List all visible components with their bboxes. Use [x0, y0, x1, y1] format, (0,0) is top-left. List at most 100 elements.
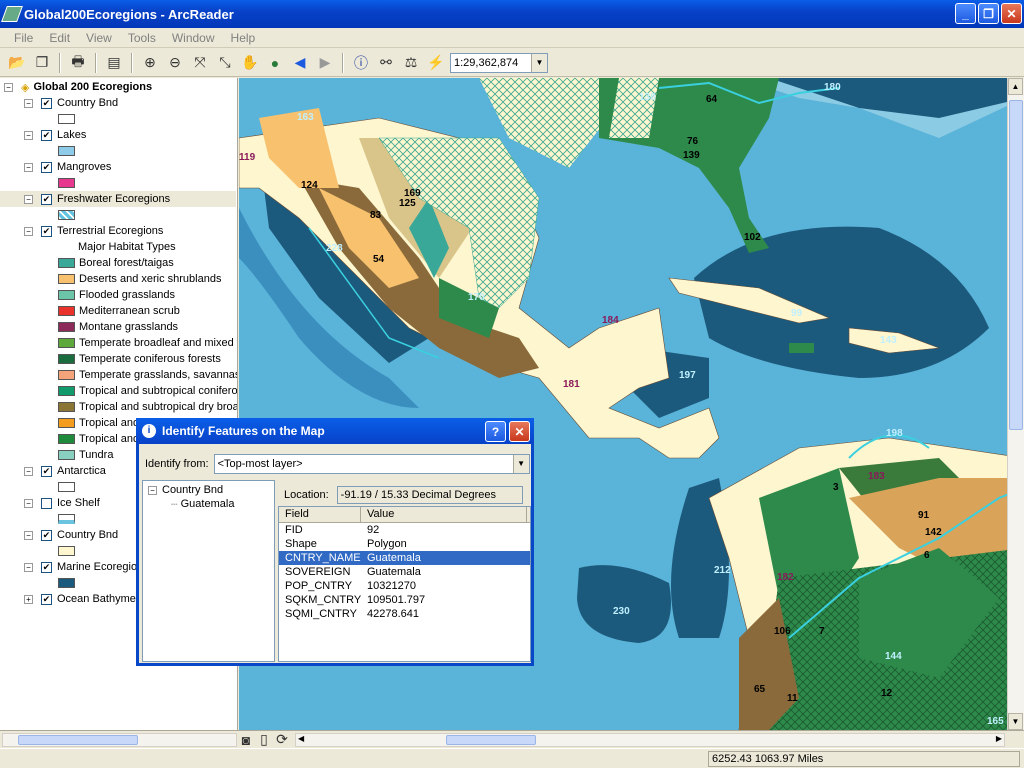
- legend-swatch: [58, 514, 75, 524]
- fixed-zoom-out-icon[interactable]: ⤡: [214, 52, 236, 74]
- collapse-icon[interactable]: −: [24, 98, 33, 108]
- collapse-icon[interactable]: −: [24, 194, 33, 204]
- scroll-down-icon[interactable]: ▼: [1008, 713, 1023, 730]
- menu-file[interactable]: File: [6, 31, 41, 45]
- layer-checkbox[interactable]: ✔: [41, 161, 52, 173]
- table-row[interactable]: POP_CNTRY 10321270: [279, 579, 530, 593]
- toc-root[interactable]: − ◈ Global 200 Ecoregions: [4, 79, 152, 95]
- identify-from-select[interactable]: <Top-most layer> ▼: [213, 454, 530, 474]
- chevron-down-icon[interactable]: ▼: [512, 455, 529, 473]
- fixed-zoom-in-icon[interactable]: ⤧: [189, 52, 211, 74]
- open-icon[interactable]: 📂: [6, 52, 28, 74]
- collapse-icon[interactable]: −: [24, 466, 33, 476]
- layer-checkbox[interactable]: ✔: [41, 225, 52, 237]
- scroll-thumb[interactable]: [18, 734, 138, 745]
- collapse-icon[interactable]: −: [4, 82, 13, 92]
- legend-swatch: [58, 370, 75, 380]
- value-cell: Guatemala: [367, 552, 421, 564]
- layer-marine[interactable]: − ✔ Marine Ecoregio: [24, 559, 137, 575]
- layer-country-bnd-2[interactable]: − ✔ Country Bnd: [24, 527, 118, 543]
- layer-terrestrial[interactable]: − ✔ Terrestrial Ecoregions: [24, 223, 163, 239]
- table-row[interactable]: CNTRY_NAME Guatemala: [279, 551, 530, 565]
- column-header-field[interactable]: Field: [279, 507, 361, 522]
- forward-icon[interactable]: ▶: [314, 52, 336, 74]
- menu-view[interactable]: View: [78, 31, 120, 45]
- tree-node-country[interactable]: − Country Bnd: [143, 481, 274, 496]
- map-horizontal-scrollbar[interactable]: ◀ ▶: [295, 732, 1005, 747]
- collapse-icon[interactable]: −: [148, 485, 157, 495]
- layer-checkbox[interactable]: ✔: [41, 561, 52, 573]
- copy-icon[interactable]: ❐: [31, 52, 53, 74]
- location-row: Location: -91.19 / 15.33 Decimal Degrees: [284, 486, 523, 504]
- habitat-legend-item: Montane grasslands: [58, 319, 178, 335]
- table-row[interactable]: Shape Polygon: [279, 537, 530, 551]
- scroll-thumb[interactable]: [1009, 100, 1023, 430]
- table-row[interactable]: SQMI_CNTRY 42278.641: [279, 607, 530, 621]
- help-button[interactable]: ?: [485, 421, 506, 442]
- collapse-icon[interactable]: −: [24, 130, 33, 140]
- map-scale-select[interactable]: 1:29,362,874 ▼: [450, 52, 548, 73]
- habitat-legend-item: Temperate grasslands, savannas: [58, 367, 237, 383]
- close-button[interactable]: ✕: [1001, 3, 1022, 24]
- field-cell: Shape: [285, 538, 317, 550]
- menu-tools[interactable]: Tools: [120, 31, 164, 45]
- collapse-icon[interactable]: −: [24, 162, 33, 172]
- layer-checkbox[interactable]: ✔: [41, 97, 52, 109]
- table-row[interactable]: SOVEREIGN Guatemala: [279, 565, 530, 579]
- layer-lakes[interactable]: − ✔ Lakes: [24, 127, 86, 143]
- ecoregion-label: 183: [868, 471, 885, 482]
- pan-icon[interactable]: ✋: [239, 52, 261, 74]
- layer-ice-shelf[interactable]: − Ice Shelf: [24, 495, 100, 511]
- measure-icon[interactable]: ⚖: [400, 52, 422, 74]
- print-icon[interactable]: 🖶: [67, 52, 89, 74]
- page-layout-icon[interactable]: ▤: [103, 52, 125, 74]
- tree-node-guatemala[interactable]: ┄ Guatemala: [143, 496, 274, 511]
- layer-freshwater[interactable]: − ✔ Freshwater Ecoregions: [0, 191, 236, 207]
- menu-window[interactable]: Window: [164, 31, 223, 45]
- scroll-thumb[interactable]: [446, 734, 536, 745]
- layer-antarctica[interactable]: − ✔ Antarctica: [24, 463, 106, 479]
- layer-checkbox[interactable]: ✔: [41, 529, 52, 541]
- layer-checkbox[interactable]: ✔: [41, 129, 52, 141]
- collapse-icon[interactable]: −: [24, 530, 33, 540]
- identify-icon[interactable]: ⓘ: [350, 52, 372, 74]
- dialog-close-button[interactable]: ✕: [509, 421, 530, 442]
- table-row[interactable]: FID 92: [279, 523, 530, 537]
- table-header: Field Value: [279, 507, 530, 523]
- minimize-button[interactable]: _: [955, 3, 976, 24]
- scroll-left-icon[interactable]: ◀: [298, 734, 304, 743]
- chevron-down-icon[interactable]: ▼: [531, 53, 547, 72]
- collapse-icon[interactable]: −: [24, 226, 33, 236]
- back-icon[interactable]: ◀: [289, 52, 311, 74]
- scroll-right-icon[interactable]: ▶: [996, 734, 1002, 743]
- full-extent-icon[interactable]: ●: [264, 52, 286, 74]
- zoom-out-icon[interactable]: ⊖: [164, 52, 186, 74]
- location-label: Location:: [284, 489, 329, 501]
- legend-swatch: [58, 386, 75, 396]
- layer-checkbox[interactable]: ✔: [41, 593, 52, 605]
- value-cell: Guatemala: [367, 566, 421, 578]
- layer-checkbox[interactable]: ✔: [41, 193, 52, 205]
- collapse-icon[interactable]: −: [24, 562, 33, 572]
- toc-horizontal-scrollbar[interactable]: [2, 732, 237, 747]
- value-cell: 109501.797: [367, 594, 426, 606]
- table-row[interactable]: SQKM_CNTRY 109501.797: [279, 593, 530, 607]
- ecoregion-label: 197: [679, 370, 696, 381]
- ecoregion-label: 102: [744, 232, 761, 243]
- layer-mangroves[interactable]: − ✔ Mangroves: [24, 159, 111, 175]
- expand-icon[interactable]: +: [24, 594, 33, 604]
- find-icon[interactable]: ⚯: [375, 52, 397, 74]
- layer-ocean-bathymetry[interactable]: + ✔ Ocean Bathyme: [24, 591, 136, 607]
- hyperlink-icon[interactable]: ⚡: [425, 52, 447, 74]
- column-header-value[interactable]: Value: [361, 507, 527, 522]
- maximize-button[interactable]: ❐: [978, 3, 999, 24]
- collapse-icon[interactable]: −: [24, 498, 33, 508]
- zoom-in-icon[interactable]: ⊕: [139, 52, 161, 74]
- menu-edit[interactable]: Edit: [41, 31, 78, 45]
- scroll-up-icon[interactable]: ▲: [1008, 78, 1023, 95]
- layer-checkbox[interactable]: ✔: [41, 465, 52, 477]
- map-vertical-scrollbar[interactable]: ▲ ▼: [1007, 78, 1024, 730]
- layer-checkbox[interactable]: [41, 497, 52, 509]
- menu-help[interactable]: Help: [223, 31, 264, 45]
- layer-country-bnd[interactable]: − ✔ Country Bnd: [24, 95, 118, 111]
